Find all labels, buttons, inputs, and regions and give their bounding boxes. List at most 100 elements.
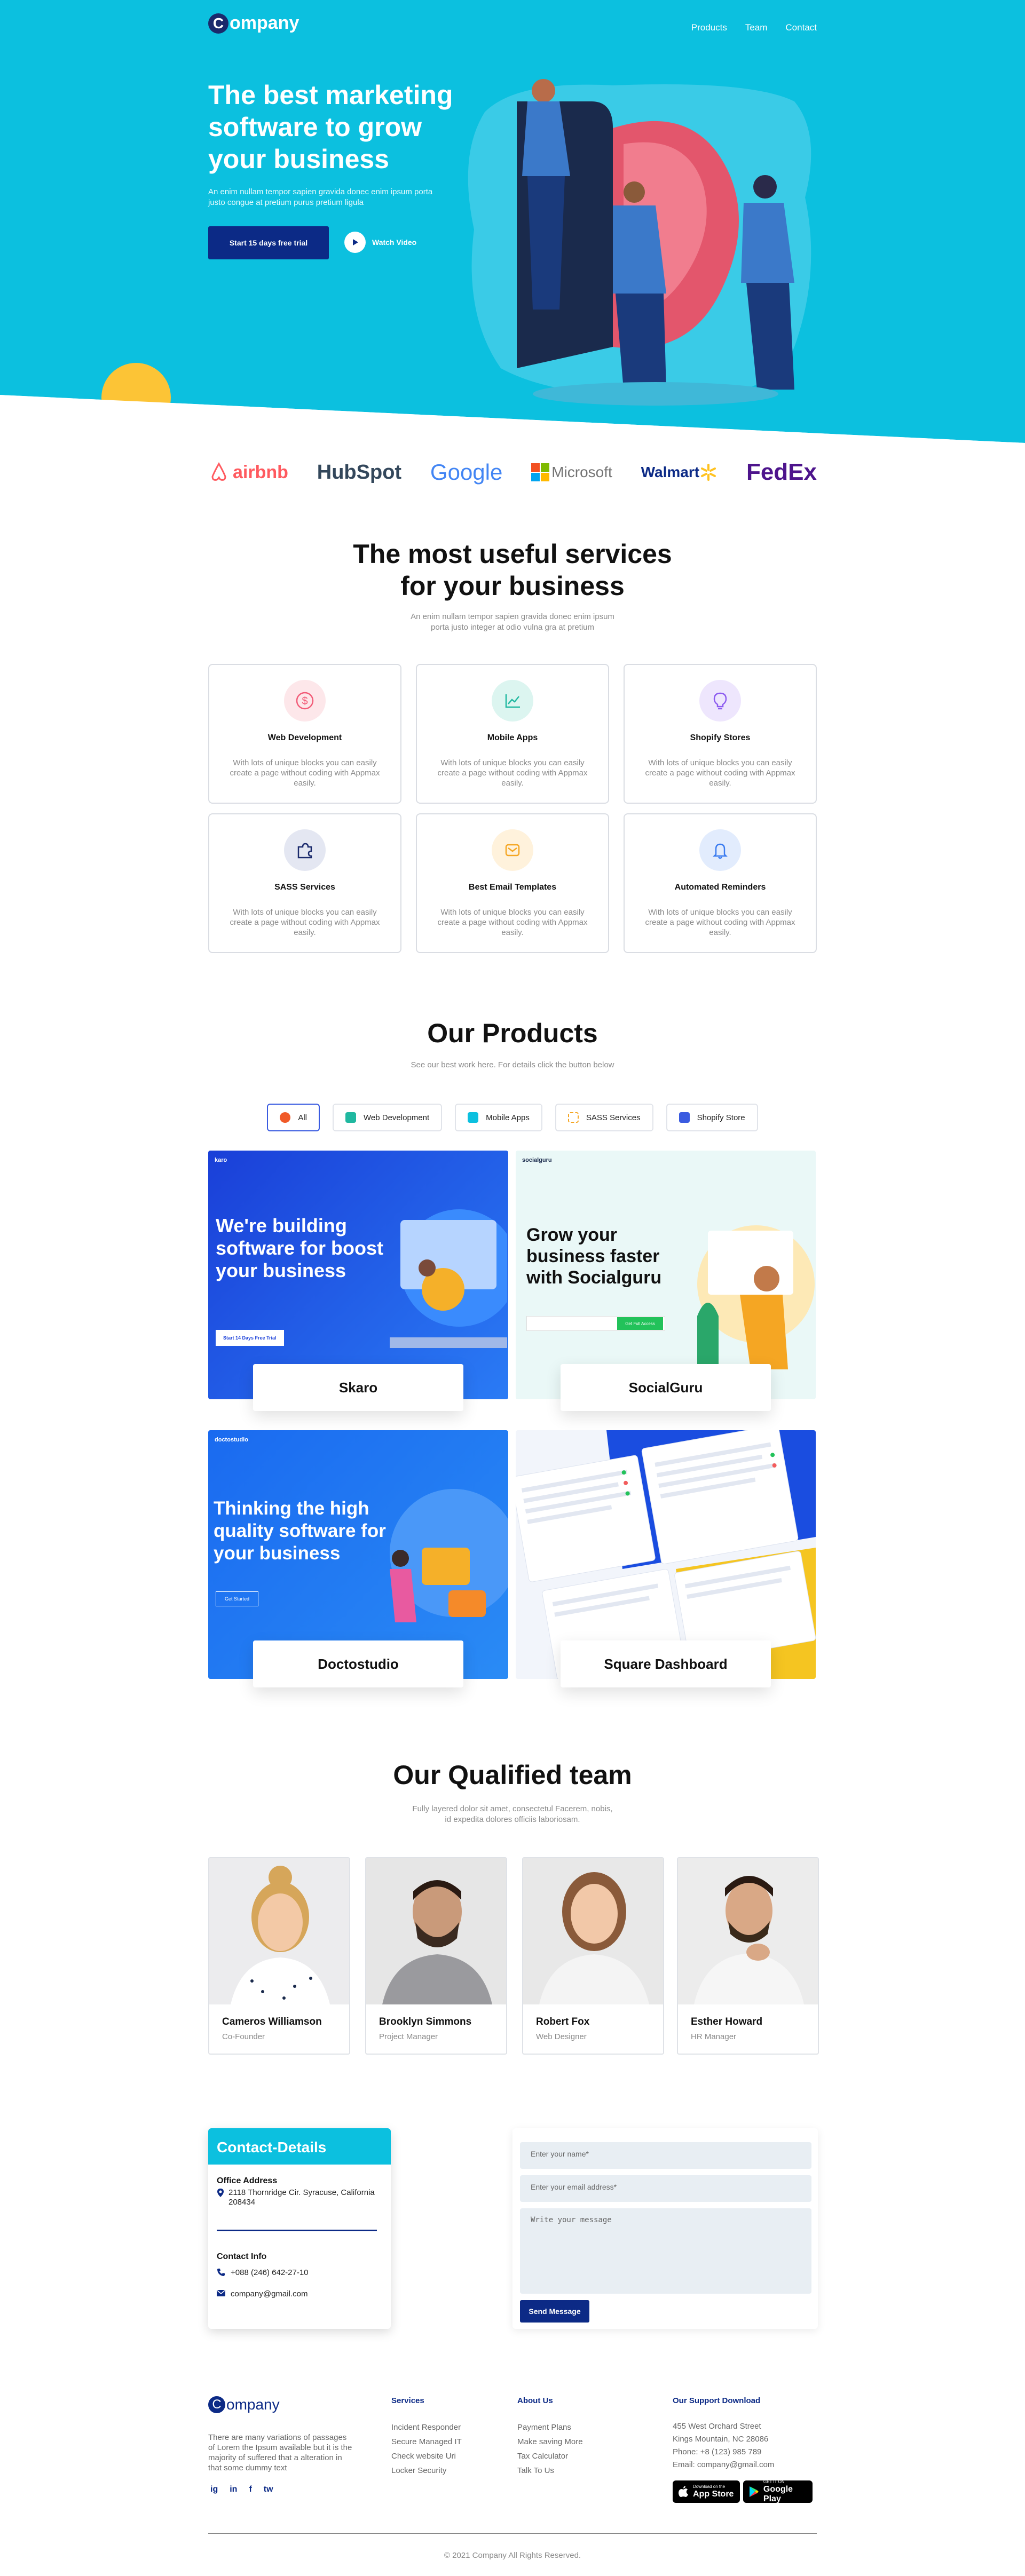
dollar-icon: $ <box>284 680 326 722</box>
app-store-label: App Store <box>693 2490 734 2499</box>
brand-fedex: FedEx <box>746 459 817 485</box>
footer-support: Our Support Download 455 West Orchard St… <box>673 2396 774 2471</box>
services-title-1: The most useful services <box>353 539 672 569</box>
nav-contact[interactable]: Contact <box>785 22 817 33</box>
service-card[interactable]: $ Web Development With lots of unique bl… <box>208 664 401 804</box>
filter-web-development[interactable]: Web Development <box>333 1104 443 1131</box>
email-input[interactable]: Enter your email address* <box>520 2175 811 2202</box>
brand-logos: airbnb HubSpot Google Microsoft Walmart … <box>208 454 817 491</box>
footer-link[interactable]: Talk To Us <box>517 2463 583 2478</box>
airbnb-icon <box>211 462 226 481</box>
socialguru-illustration <box>697 1225 815 1369</box>
product-preview-skaro[interactable]: karo We're building software for boost y… <box>208 1151 508 1399</box>
preview-cta: Start 14 Days Free Trial <box>216 1330 284 1346</box>
service-desc: With lots of unique blocks you can easil… <box>437 908 588 937</box>
member-role: Web Designer <box>536 2032 587 2041</box>
google-play-button[interactable]: GET IT ON Google Play <box>743 2479 813 2503</box>
name-input[interactable]: Enter your name* <box>520 2142 811 2169</box>
filter-all[interactable]: All <box>267 1104 320 1131</box>
footer-about: There are many variations of passages of… <box>208 2433 352 2472</box>
service-card[interactable]: Mobile Apps With lots of unique blocks y… <box>416 664 609 804</box>
service-title: Automated Reminders <box>674 883 766 892</box>
service-desc: With lots of unique blocks you can easil… <box>645 758 795 788</box>
play-icon <box>344 232 366 253</box>
email-icon <box>217 2290 225 2296</box>
footer-divider <box>208 2533 817 2534</box>
mobile-icon <box>468 1112 479 1123</box>
team-member-card[interactable]: Robert Fox Web Designer <box>522 1857 664 2055</box>
free-trial-button[interactable]: Start 15 days free trial <box>208 226 329 259</box>
shopify-icon <box>679 1112 690 1123</box>
google-play-icon <box>749 2486 759 2497</box>
facebook-icon[interactable]: f <box>249 2485 251 2494</box>
member-photo <box>366 1858 506 2004</box>
service-desc: With lots of unique blocks you can easil… <box>230 758 380 788</box>
office-address: 2118 Thornridge Cir. Syracuse, Californi… <box>217 2188 388 2207</box>
doctostudio-illustration <box>390 1489 508 1622</box>
all-icon <box>280 1112 291 1123</box>
app-store-button[interactable]: Download on the App Store <box>673 2480 740 2503</box>
preview-cta: Get Full Access <box>617 1317 663 1330</box>
bell-icon <box>699 829 741 871</box>
filter-shopify-store[interactable]: Shopify Store <box>666 1104 758 1131</box>
footer-link[interactable]: Tax Calculator <box>517 2449 583 2463</box>
footer-link[interactable]: Make saving More <box>517 2435 583 2449</box>
footer-link[interactable]: Secure Managed IT <box>391 2435 462 2449</box>
product-preview-socialguru[interactable]: socialguru Grow your business faster wit… <box>516 1151 816 1399</box>
product-label-socialguru[interactable]: SocialGuru <box>561 1364 771 1411</box>
product-label-skaro[interactable]: Skaro <box>253 1364 463 1411</box>
product-filters: All Web Development Mobile Apps SASS Ser… <box>0 1104 1025 1131</box>
contact-details-card: Contact-Details Office Address 2118 Thor… <box>208 2128 391 2329</box>
mail-icon <box>492 829 533 871</box>
products-subtitle: See our best work here. For details clic… <box>411 1060 614 1069</box>
team-title: Our Qualified team <box>393 1760 632 1790</box>
preview-headline: Grow your business faster with Socialgur… <box>526 1225 662 1288</box>
product-label-doctostudio[interactable]: Doctostudio <box>253 1640 463 1687</box>
footer-link[interactable]: Incident Responder <box>391 2420 462 2435</box>
team-member-card[interactable]: Cameros Williamson Co-Founder <box>208 1857 350 2055</box>
sass-icon <box>567 1112 579 1123</box>
preview-brand: doctostudio <box>215 1437 248 1443</box>
contact-info-label: Contact Info <box>217 2252 267 2261</box>
instagram-icon[interactable]: ig <box>210 2485 218 2494</box>
social-links: ig in f tw <box>210 2485 273 2494</box>
service-card[interactable]: Best Email Templates With lots of unique… <box>416 813 609 953</box>
service-card[interactable]: Automated Reminders With lots of unique … <box>624 813 817 953</box>
footer-logo[interactable]: C ompany <box>208 2396 280 2413</box>
location-icon <box>217 2189 224 2197</box>
footer-link[interactable]: Check website Uri <box>391 2449 462 2463</box>
member-name: Robert Fox <box>536 2016 590 2027</box>
twitter-icon[interactable]: tw <box>264 2485 273 2494</box>
yellow-decoration <box>101 363 171 432</box>
team-member-card[interactable]: Esther Howard HR Manager <box>677 1857 819 2055</box>
footer-about-us: About Us Payment Plans Make saving More … <box>517 2396 583 2478</box>
copyright: © 2021 Company All Rights Reserved. <box>444 2551 581 2560</box>
office-label: Office Address <box>217 2176 278 2185</box>
filter-mobile-apps[interactable]: Mobile Apps <box>455 1104 542 1131</box>
filter-sass-services[interactable]: SASS Services <box>555 1104 653 1131</box>
service-card[interactable]: SASS Services With lots of unique blocks… <box>208 813 401 953</box>
web-icon <box>345 1112 357 1123</box>
team-member-card[interactable]: Brooklyn Simmons Project Manager <box>365 1857 507 2055</box>
contact-phone: +088 (246) 642-27-10 <box>217 2268 309 2278</box>
footer-email: Email: company@gmail.com <box>673 2460 775 2469</box>
service-card[interactable]: Shopify Stores With lots of unique block… <box>624 664 817 804</box>
message-textarea[interactable]: Write your message <box>520 2208 811 2294</box>
watch-video-button[interactable]: Watch Video <box>344 232 416 253</box>
puzzle-icon <box>284 829 326 871</box>
chart-icon <box>492 680 533 722</box>
product-label-square-dashboard[interactable]: Square Dashboard <box>561 1640 771 1687</box>
logo[interactable]: C ompany <box>208 13 299 34</box>
hero-subtitle: An enim nullam tempor sapien gravida don… <box>208 187 433 207</box>
nav-products[interactable]: Products <box>691 22 727 33</box>
linkedin-icon[interactable]: in <box>230 2485 237 2494</box>
footer-link[interactable]: Locker Security <box>391 2463 462 2478</box>
brand-airbnb: airbnb <box>208 462 288 483</box>
footer-link[interactable]: Payment Plans <box>517 2420 583 2435</box>
preview-headline: Thinking the high quality software for y… <box>214 1498 386 1564</box>
nav-team[interactable]: Team <box>745 22 768 33</box>
send-message-button[interactable]: Send Message <box>520 2300 589 2323</box>
footer-address: 455 West Orchard Street <box>673 2422 761 2431</box>
divider <box>217 2230 377 2231</box>
service-desc: With lots of unique blocks you can easil… <box>230 908 380 937</box>
